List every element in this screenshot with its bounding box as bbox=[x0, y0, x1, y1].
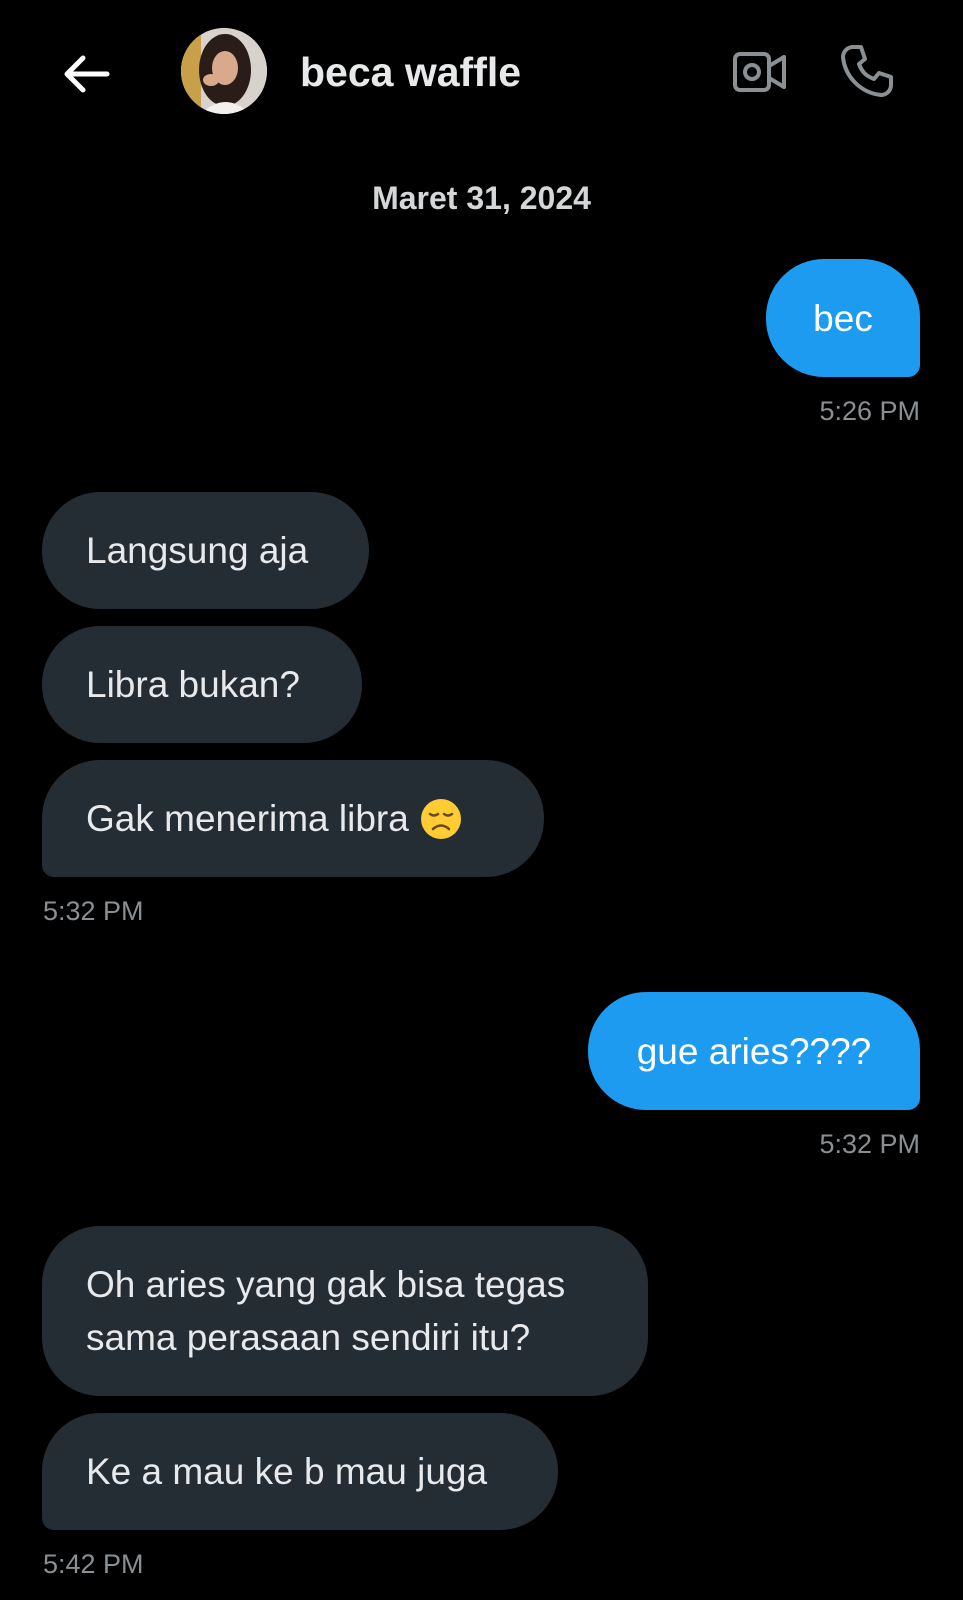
avatar[interactable] bbox=[181, 28, 267, 114]
video-camera-icon bbox=[733, 52, 786, 92]
arrow-left-icon bbox=[64, 55, 110, 93]
message-text: Ke a mau ke b mau juga bbox=[86, 1451, 488, 1492]
avatar-photo bbox=[181, 28, 267, 114]
message-timestamp: 5:32 PM bbox=[819, 1129, 920, 1159]
message-bubble-incoming[interactable]: Libra bukan? bbox=[42, 626, 362, 743]
message-bubble-incoming[interactable]: Ke a mau ke b mau juga bbox=[42, 1413, 558, 1530]
message-timestamp: 5:42 PM bbox=[43, 1549, 144, 1579]
message-bubble-incoming[interactable]: Oh aries yang gak bisa tegas sama perasa… bbox=[42, 1226, 648, 1396]
message-text: Oh aries yang gak bisa tegas sama perasa… bbox=[86, 1264, 566, 1358]
message-text: Gak menerima libra bbox=[86, 798, 409, 839]
message-text: Libra bukan? bbox=[86, 664, 300, 705]
chat-header: beca waffle bbox=[0, 0, 963, 140]
date-separator: Maret 31, 2024 bbox=[372, 180, 591, 216]
back-button[interactable] bbox=[58, 46, 114, 102]
phone-icon bbox=[841, 45, 893, 97]
video-call-button[interactable] bbox=[728, 42, 792, 102]
message-bubble-incoming[interactable]: Gak menerima libra bbox=[42, 760, 544, 877]
message-timestamp: 5:26 PM bbox=[819, 396, 920, 426]
contact-name[interactable]: beca waffle bbox=[300, 46, 521, 98]
message-bubble-incoming[interactable]: Langsung aja bbox=[42, 492, 369, 609]
message-timestamp: 5:32 PM bbox=[43, 896, 144, 926]
voice-call-button[interactable] bbox=[836, 40, 898, 102]
message-text: Langsung aja bbox=[86, 530, 309, 571]
message-text: gue aries???? bbox=[636, 1030, 872, 1072]
message-bubble-outgoing[interactable]: gue aries???? bbox=[588, 992, 920, 1110]
message-bubble-outgoing[interactable]: bec bbox=[766, 259, 920, 377]
disappointed-face-emoji bbox=[420, 798, 461, 839]
message-text: bec bbox=[813, 297, 873, 339]
